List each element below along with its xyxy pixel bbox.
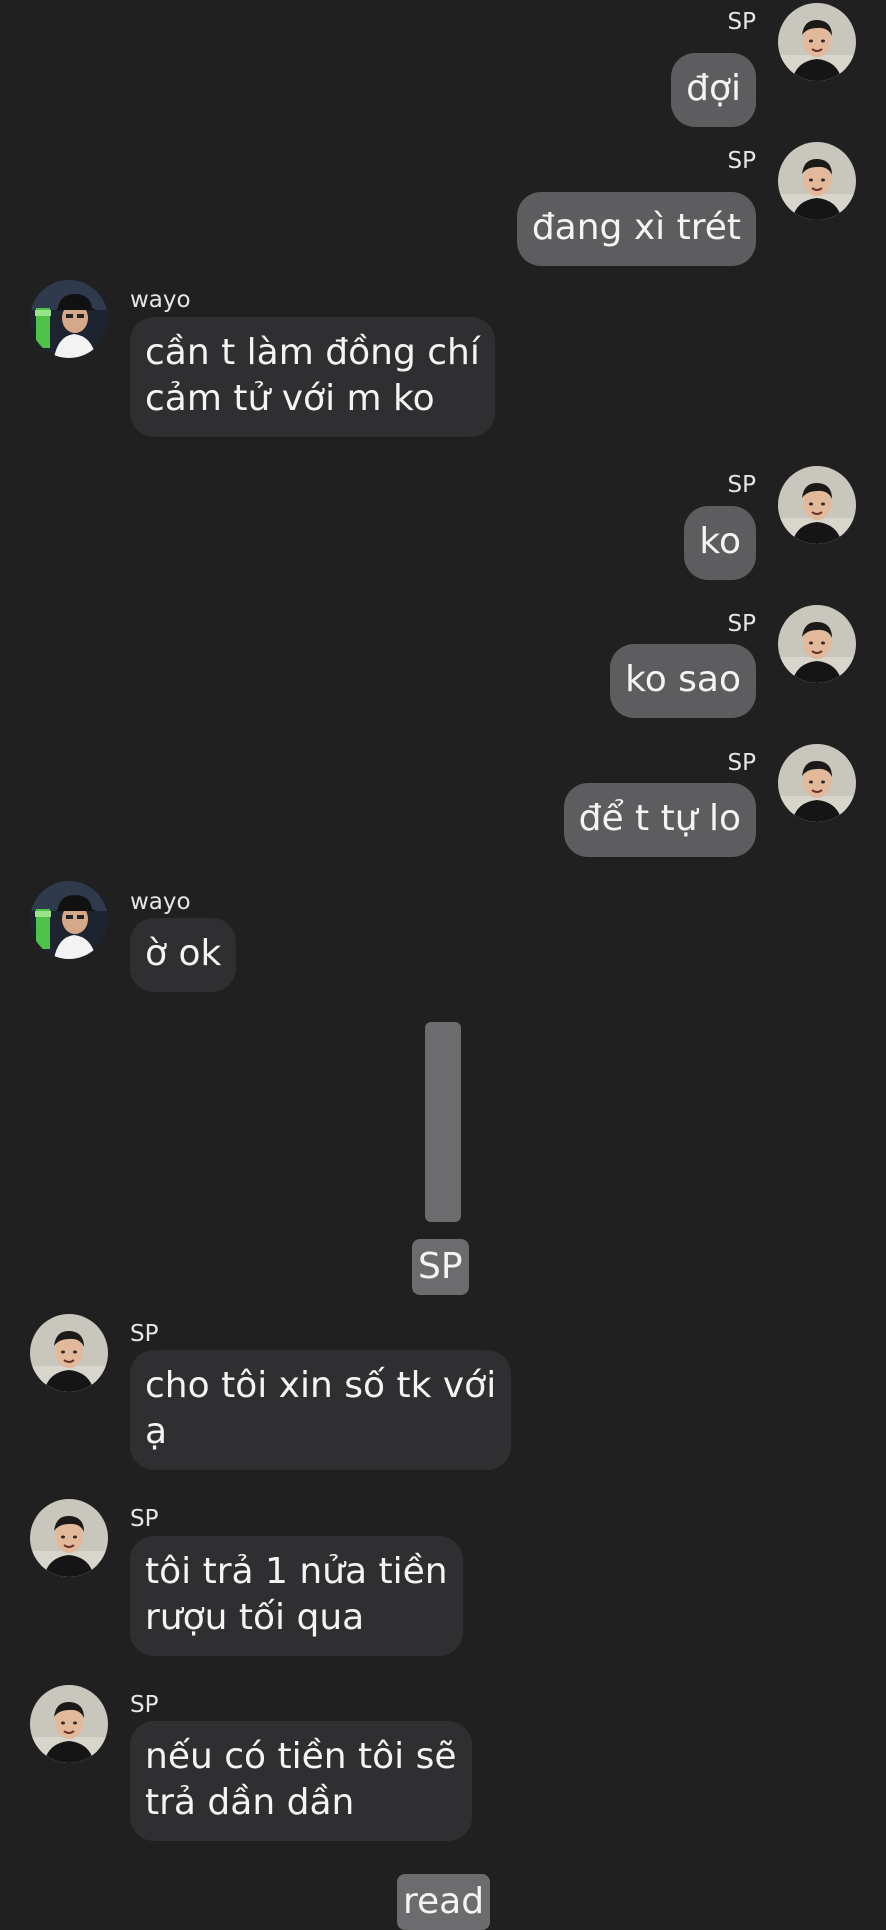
sender-avatar[interactable]	[30, 1314, 108, 1392]
message-bubble[interactable]: ko sao	[610, 644, 756, 718]
sender-name: SP	[727, 148, 756, 174]
message-bubble[interactable]: cho tôi xin số tk với ạ	[130, 1350, 512, 1470]
sender-name: SP	[727, 472, 756, 498]
sender-avatar[interactable]	[778, 3, 856, 81]
message-bubble[interactable]: đợi	[671, 53, 756, 127]
sender-name: wayo	[130, 287, 191, 313]
sender-avatar[interactable]	[30, 881, 108, 959]
sender-avatar[interactable]	[778, 466, 856, 544]
sender-avatar[interactable]	[30, 1685, 108, 1763]
message-bubble[interactable]: đang xì trét	[516, 192, 756, 266]
sender-name: wayo	[130, 889, 191, 915]
sender-avatar[interactable]	[778, 142, 856, 220]
sender-avatar[interactable]	[30, 1499, 108, 1577]
message-bubble[interactable]: tôi trả 1 nửa tiền rượu tối qua	[130, 1536, 463, 1656]
sender-name: SP	[727, 750, 756, 776]
read-receipt: read	[397, 1874, 491, 1930]
sender-avatar[interactable]	[30, 280, 108, 358]
sender-avatar[interactable]	[778, 605, 856, 683]
message-bubble[interactable]: ờ ok	[130, 918, 237, 992]
message-bubble[interactable]: cần t làm đồng chí cảm tử với m ko	[130, 317, 495, 437]
sender-name: SP	[130, 1321, 159, 1347]
sender-name: SP	[727, 9, 756, 35]
sender-name: SP	[727, 611, 756, 637]
message-bubble[interactable]: để t tự lo	[563, 783, 756, 857]
media-placeholder[interactable]	[425, 1022, 461, 1222]
message-bubble[interactable]: nếu có tiền tôi sẽ trả dần dần	[130, 1721, 472, 1841]
sender-name: SP	[130, 1506, 159, 1532]
sender-avatar[interactable]	[778, 744, 856, 822]
message-bubble[interactable]: ko	[684, 506, 756, 580]
sender-name: SP	[130, 1692, 159, 1718]
media-sender-tag: SP	[412, 1239, 469, 1295]
